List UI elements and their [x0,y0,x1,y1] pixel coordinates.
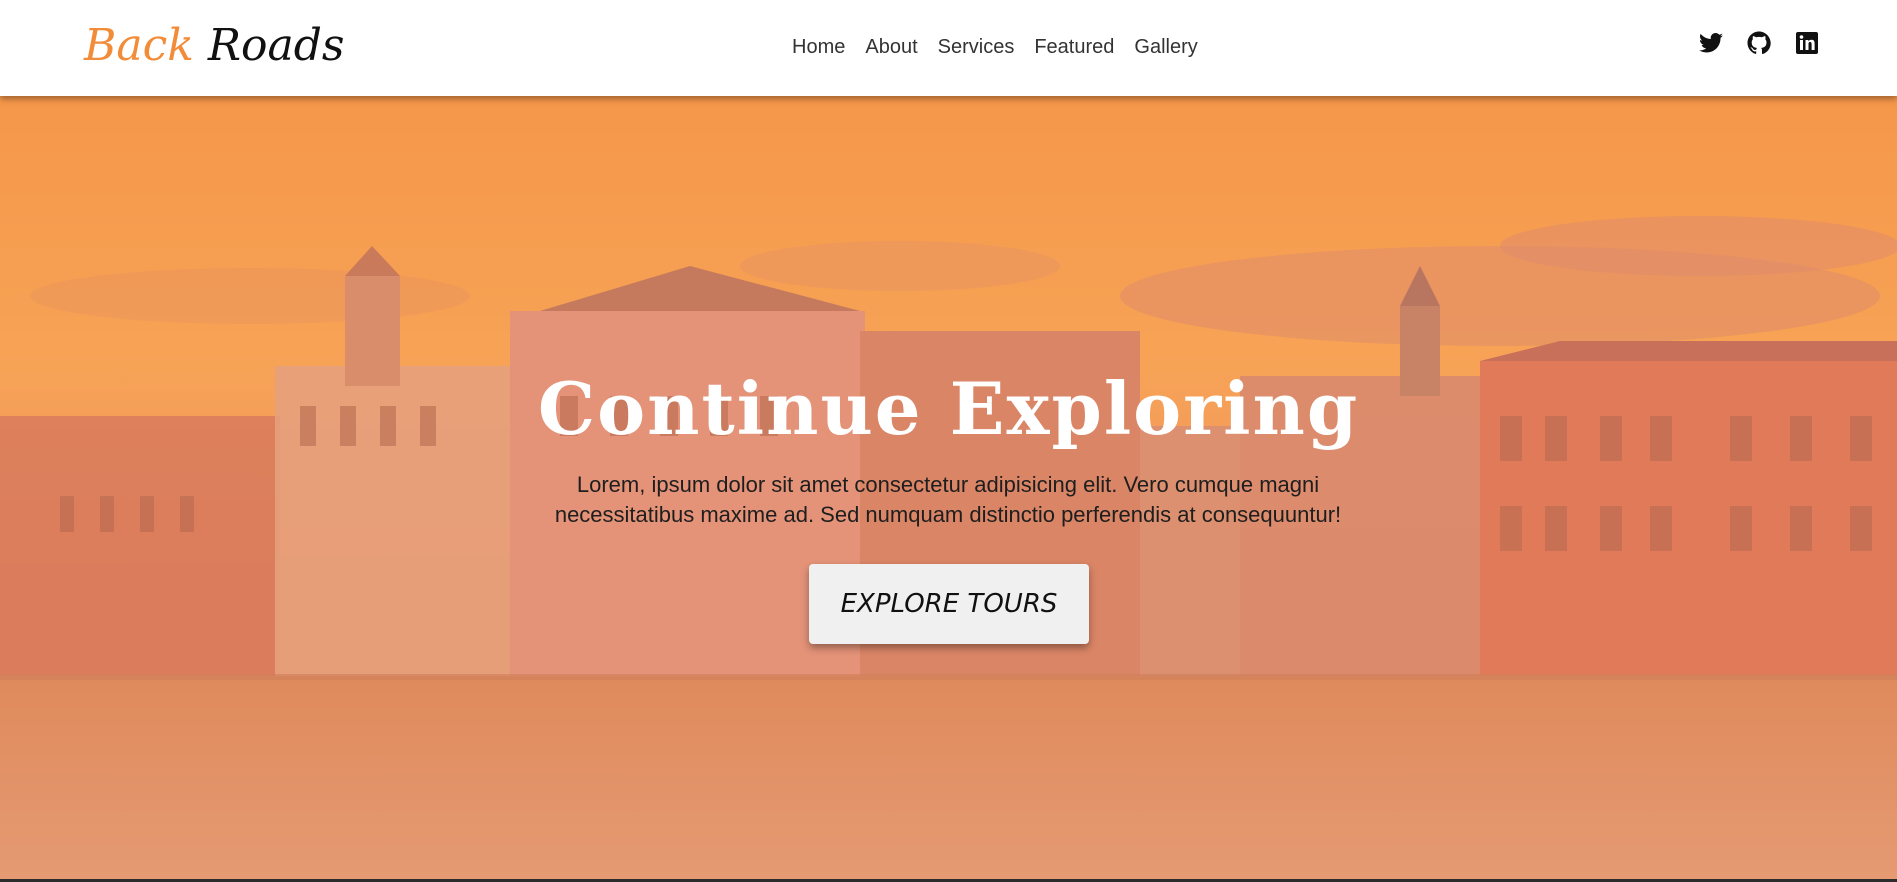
github-icon[interactable] [1747,30,1771,56]
hero-description-line-2: necessitatibus maxime ad. Sed numquam di… [554,502,1342,527]
nav-links: Home About Services Featured Gallery [782,32,1208,62]
hero-title: Continue Exploring [537,366,1360,451]
brand-name-part-2: Roads [207,20,345,71]
explore-tours-button[interactable]: EXPLORE TOURS [809,564,1089,644]
nav-link-gallery[interactable]: Gallery [1124,32,1207,62]
linkedin-icon[interactable] [1795,30,1819,56]
nav-link-about[interactable]: About [855,32,927,62]
social-links [1699,30,1819,56]
hero-section: Continue Exploring Lorem, ipsum dolor si… [0,96,1897,879]
twitter-icon[interactable] [1699,30,1723,56]
nav-link-featured[interactable]: Featured [1024,32,1124,62]
hero-description: Lorem, ipsum dolor sit amet consectetur … [498,470,1398,530]
brand-name-part-1: Back [84,20,194,71]
brand-logo[interactable]: Back Roads [84,14,344,78]
navbar: Back Roads Home About Services Featured G… [0,0,1897,96]
nav-link-services[interactable]: Services [928,32,1025,62]
hero-description-line-1: Lorem, ipsum dolor sit amet consectetur … [576,472,1320,497]
nav-link-home[interactable]: Home [782,32,855,62]
